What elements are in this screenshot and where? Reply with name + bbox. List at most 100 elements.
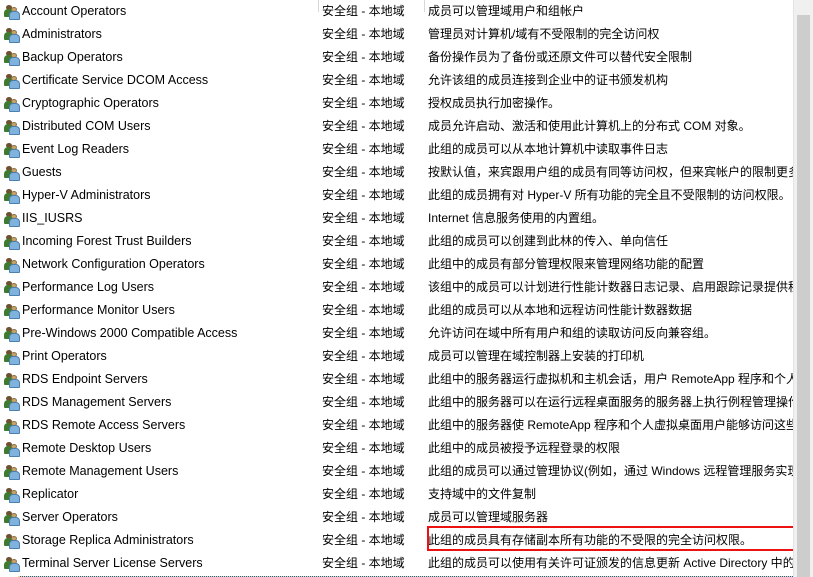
group-type-cell: 安全组 - 本地域: [322, 326, 405, 340]
group-name-cell: IIS_IUSRS: [22, 211, 83, 225]
group-icon: [4, 349, 21, 365]
group-icon: [4, 50, 21, 66]
group-icon: [4, 303, 21, 319]
table-row[interactable]: Administrators 安全组 - 本地域 管理员对计算机/域有不受限制的完全…: [0, 23, 794, 46]
table-row[interactable]: RDS Remote Access Servers 安全组 - 本地域 此组中的服务…: [0, 414, 794, 437]
group-description-cell: 允许访问在域中所有用户和组的读取访问反向兼容组。: [428, 326, 717, 340]
table-row[interactable]: Distributed COM Users 安全组 - 本地域 成员允许启动、激活和…: [0, 115, 794, 138]
table-row[interactable]: Certificate Service DCOM Access 安全组 - 本地域…: [0, 69, 794, 92]
group-type-cell: 安全组 - 本地域: [322, 418, 405, 432]
group-type-cell: 安全组 - 本地域: [322, 303, 405, 317]
table-row[interactable]: Replicator 安全组 - 本地域 支持域中的文件复制: [0, 483, 794, 506]
group-name-cell: Backup Operators: [22, 50, 123, 64]
group-name-cell: RDS Remote Access Servers: [22, 418, 186, 432]
group-name-cell: Incoming Forest Trust Builders: [22, 234, 192, 248]
group-type-cell: 安全组 - 本地域: [322, 142, 405, 156]
groups-list-view[interactable]: Account Operators 安全组 - 本地域 成员可以管理域用户和组帐户 A…: [0, 0, 794, 577]
group-name-cell: Guests: [22, 165, 62, 179]
group-type-cell: 安全组 - 本地域: [322, 372, 405, 386]
table-row[interactable]: Event Log Readers 安全组 - 本地域 此组的成员可以从本地计算机中…: [0, 138, 794, 161]
group-icon: [4, 119, 21, 135]
group-description-cell: 按默认值，来宾跟用户组的成员有同等访问权，但来宾帐户的限制更多: [428, 165, 794, 179]
table-row[interactable]: Guests 安全组 - 本地域 按默认值，来宾跟用户组的成员有同等访问权，但来宾帐…: [0, 161, 794, 184]
table-row[interactable]: IIS_IUSRS 安全组 - 本地域 Internet 信息服务使用的内置组。: [0, 207, 794, 230]
group-icon: [4, 4, 21, 20]
table-row[interactable]: Storage Replica Administrators 安全组 - 本地域 此…: [0, 529, 794, 552]
group-name-cell: Performance Monitor Users: [22, 303, 175, 317]
group-icon: [4, 418, 21, 434]
group-description-cell: 备份操作员为了备份或还原文件可以替代安全限制: [428, 50, 693, 64]
group-description-cell: 此组中的服务器运行虚拟机和主机会话，用户 RemoteApp 程序和个人虚: [428, 372, 794, 386]
group-name-cell: RDS Management Servers: [22, 395, 172, 409]
group-type-cell: 安全组 - 本地域: [322, 165, 405, 179]
scrollbar-thumb[interactable]: [797, 15, 810, 577]
group-type-cell: 安全组 - 本地域: [322, 73, 405, 87]
table-row[interactable]: Incoming Forest Trust Builders 安全组 - 本地域 此…: [0, 230, 794, 253]
group-name-cell: RDS Endpoint Servers: [22, 372, 148, 386]
table-row[interactable]: Hyper-V Administrators 安全组 - 本地域 此组的成员拥有对 …: [0, 184, 794, 207]
vertical-scrollbar[interactable]: [793, 0, 813, 577]
group-name-cell: Hyper-V Administrators: [22, 188, 151, 202]
table-row[interactable]: Remote Desktop Users 安全组 - 本地域 此组中的成员被授予远程…: [0, 437, 794, 460]
group-type-cell: 安全组 - 本地域: [322, 349, 405, 363]
group-name-cell: Account Operators: [22, 4, 127, 18]
table-row[interactable]: Performance Monitor Users 安全组 - 本地域 此组的成员可…: [0, 299, 794, 322]
group-name-cell: Replicator: [22, 487, 79, 501]
scrollbar-track-top[interactable]: [794, 0, 813, 15]
group-name-cell: Network Configuration Operators: [22, 257, 205, 271]
group-name-cell: Administrators: [22, 27, 102, 41]
group-description-cell: 此组的成员可以通过管理协议(例如，通过 Windows 远程管理服务实现的: [428, 464, 794, 478]
table-row[interactable]: RDS Endpoint Servers 安全组 - 本地域 此组中的服务器运行虚拟…: [0, 368, 794, 391]
table-row[interactable]: Account Operators 安全组 - 本地域 成员可以管理域用户和组帐户: [0, 0, 794, 23]
group-type-cell: 安全组 - 本地域: [322, 395, 405, 409]
group-type-cell: 安全组 - 本地域: [322, 533, 405, 547]
group-description-cell: 允许该组的成员连接到企业中的证书颁发机构: [428, 73, 669, 87]
group-icon: [4, 510, 21, 526]
table-row[interactable]: Remote Management Users 安全组 - 本地域 此组的成员可以通…: [0, 460, 794, 483]
group-description-cell: 支持域中的文件复制: [428, 487, 537, 501]
table-row[interactable]: Performance Log Users 安全组 - 本地域 该组中的成员可以计划…: [0, 276, 794, 299]
group-name-cell: Certificate Service DCOM Access: [22, 73, 209, 87]
group-type-cell: 安全组 - 本地域: [322, 280, 405, 294]
table-row[interactable]: Network Configuration Operators 安全组 - 本地域…: [0, 253, 794, 276]
group-type-cell: 安全组 - 本地域: [322, 464, 405, 478]
group-icon: [4, 372, 21, 388]
group-description-cell: 成员可以管理在域控制器上安装的打印机: [428, 349, 645, 363]
table-row[interactable]: Terminal Server License Servers 安全组 - 本地域…: [0, 552, 794, 575]
group-icon: [4, 165, 21, 181]
group-icon: [4, 464, 21, 480]
group-name-cell: Event Log Readers: [22, 142, 130, 156]
group-description-cell: 此组的成员具有存储副本所有功能的不受限的完全访问权限。: [428, 533, 753, 547]
group-icon: [4, 188, 21, 204]
table-row[interactable]: RDS Management Servers 安全组 - 本地域 此组中的服务器可以…: [0, 391, 794, 414]
table-row[interactable]: Pre-Windows 2000 Compatible Access 安全组 - …: [0, 322, 794, 345]
group-description-cell: Internet 信息服务使用的内置组。: [428, 211, 605, 225]
group-name-cell: Server Operators: [22, 510, 118, 524]
group-name-cell: Storage Replica Administrators: [22, 533, 194, 547]
table-row[interactable]: Print Operators 安全组 - 本地域 成员可以管理在域控制器上安装的打…: [0, 345, 794, 368]
group-name-cell: Distributed COM Users: [22, 119, 151, 133]
group-type-cell: 安全组 - 本地域: [322, 234, 405, 248]
group-description-cell: 此组中的服务器可以在运行远程桌面服务的服务器上执行例程管理操作。: [428, 395, 794, 409]
group-name-cell: Remote Management Users: [22, 464, 179, 478]
group-type-cell: 安全组 - 本地域: [322, 188, 405, 202]
group-description-cell: 成员允许启动、激活和使用此计算机上的分布式 COM 对象。: [428, 119, 751, 133]
group-icon: [4, 96, 21, 112]
group-type-cell: 安全组 - 本地域: [322, 487, 405, 501]
group-icon: [4, 257, 21, 273]
group-description-cell: 该组中的成员可以计划进行性能计数器日志记录、启用跟踪记录提供程序: [428, 280, 794, 294]
group-icon: [4, 27, 21, 43]
group-description-cell: 此组中的成员被授予远程登录的权限: [428, 441, 621, 455]
group-description-cell: 此组的成员拥有对 Hyper-V 所有功能的完全且不受限制的访问权限。: [428, 188, 791, 202]
group-icon: [4, 533, 21, 549]
group-icon: [4, 395, 21, 411]
group-icon: [4, 326, 21, 342]
table-row[interactable]: Cryptographic Operators 安全组 - 本地域 授权成员执行加密…: [0, 92, 794, 115]
table-row[interactable]: Backup Operators 安全组 - 本地域 备份操作员为了备份或还原文件可…: [0, 46, 794, 69]
groups-row-container: Account Operators 安全组 - 本地域 成员可以管理域用户和组帐户 A…: [0, 0, 794, 577]
group-name-cell: Terminal Server License Servers: [22, 556, 203, 570]
table-row[interactable]: Server Operators 安全组 - 本地域 成员可以管理域服务器: [0, 506, 794, 529]
group-name-cell: Performance Log Users: [22, 280, 155, 294]
group-description-cell: 此组的成员可以从本地计算机中读取事件日志: [428, 142, 669, 156]
group-type-cell: 安全组 - 本地域: [322, 510, 405, 524]
